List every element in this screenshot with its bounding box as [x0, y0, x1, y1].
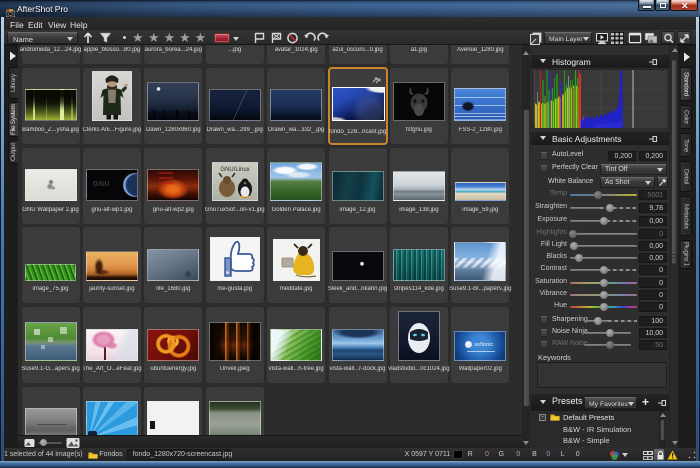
svg-text:GNU/Linux: GNU/Linux: [220, 167, 249, 173]
